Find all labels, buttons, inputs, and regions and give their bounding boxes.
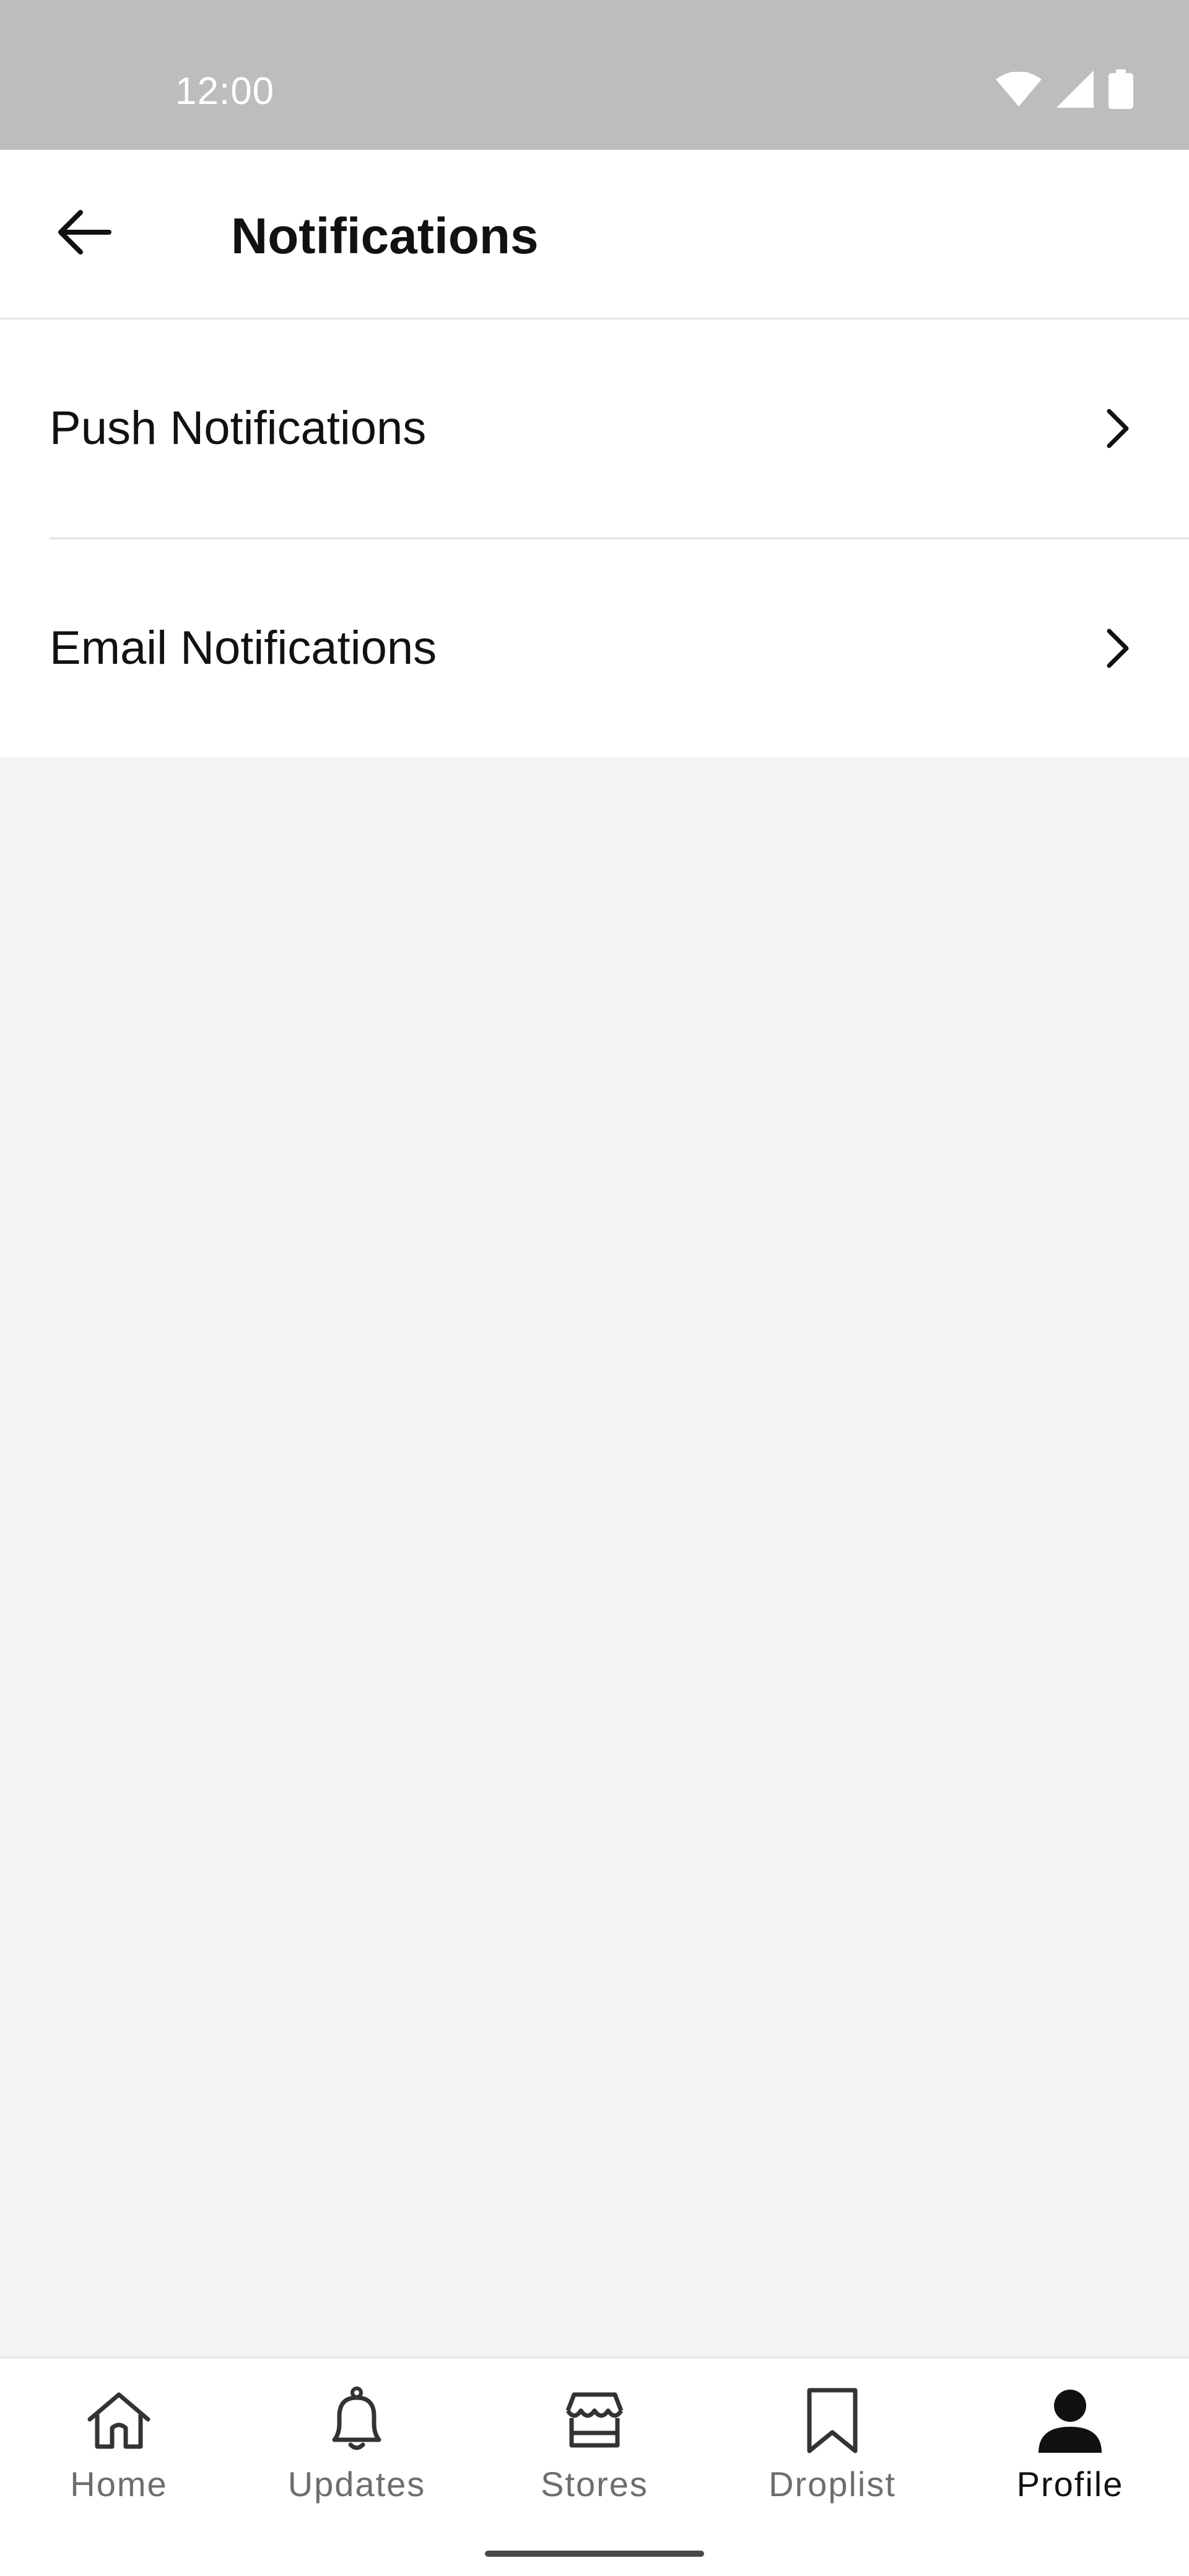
bottom-navigation: Home Updates Stores Droplist Profile: [0, 2357, 1189, 2576]
email-notifications-item[interactable]: Email Notifications: [0, 539, 1189, 757]
page-title: Notifications: [231, 208, 539, 264]
status-bar: 12:00: [0, 0, 1189, 150]
nav-droplist[interactable]: Droplist: [713, 2359, 951, 2532]
back-button[interactable]: [43, 193, 124, 274]
email-notifications-label: Email Notifications: [50, 622, 437, 674]
bookmark-icon: [795, 2383, 869, 2458]
bell-icon: [320, 2383, 394, 2458]
store-icon: [557, 2383, 632, 2458]
notification-settings-list: Push Notifications Email Notifications: [0, 320, 1189, 757]
nav-updates-label: Updates: [287, 2465, 426, 2504]
nav-stores-label: Stores: [541, 2465, 648, 2504]
nav-home-label: Home: [70, 2465, 168, 2504]
nav-home[interactable]: Home: [0, 2359, 238, 2532]
nav-profile-label: Profile: [1016, 2465, 1124, 2504]
push-notifications-label: Push Notifications: [50, 402, 427, 455]
push-notifications-item[interactable]: Push Notifications: [0, 320, 1189, 537]
battery-icon: [1108, 69, 1133, 109]
nav-updates[interactable]: Updates: [238, 2359, 476, 2532]
wifi-icon: [996, 72, 1042, 107]
screen: 12:00 Notifications Push Notifications E…: [0, 0, 1189, 2576]
nav-stores[interactable]: Stores: [476, 2359, 713, 2532]
status-time: 12:00: [175, 70, 275, 113]
status-icons: [996, 69, 1133, 109]
nav-droplist-label: Droplist: [769, 2465, 896, 2504]
nav-profile[interactable]: Profile: [951, 2359, 1189, 2532]
chevron-right-icon: [1096, 617, 1139, 679]
signal-icon: [1056, 71, 1094, 108]
home-icon: [82, 2383, 156, 2458]
app-bar: Notifications: [0, 150, 1189, 320]
profile-icon: [1033, 2383, 1107, 2458]
home-indicator[interactable]: [485, 2551, 704, 2557]
arrow-left-icon: [56, 207, 111, 260]
chevron-right-icon: [1096, 398, 1139, 459]
